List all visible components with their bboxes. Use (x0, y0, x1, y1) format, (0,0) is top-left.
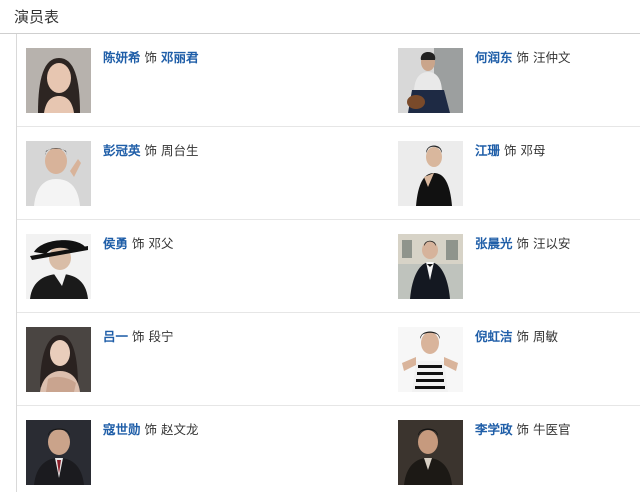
cast-item: 张晨光饰汪以安 (389, 220, 640, 313)
role-name: 段宁 (148, 329, 174, 344)
actor-photo[interactable] (26, 141, 91, 206)
actor-photo[interactable] (398, 327, 463, 392)
cast-credit: 彭冠英饰周台生 (103, 142, 199, 160)
actor-name-link[interactable]: 江珊 (475, 143, 500, 158)
section-header: 演员表 (0, 0, 640, 34)
role-name: 汪仲文 (533, 50, 571, 65)
actor-photo[interactable] (398, 234, 463, 299)
cast-item: 陈妍希饰邓丽君 (17, 34, 389, 127)
cast-credit: 侯勇饰邓父 (103, 235, 174, 253)
cast-item: 李学政饰牛医官 (389, 406, 640, 499)
cast-item: 侯勇饰邓父 (17, 220, 389, 313)
as-label: 饰 (132, 236, 145, 251)
role-name: 邓父 (148, 236, 174, 251)
actor-photo[interactable] (26, 234, 91, 299)
actor-name-link[interactable]: 何润东 (475, 50, 513, 65)
actor-photo[interactable] (26, 420, 91, 485)
cast-row: 侯勇饰邓父 张晨光饰汪以安 (17, 220, 640, 313)
cast-credit: 李学政饰牛医官 (475, 421, 571, 439)
actor-photo[interactable] (26, 327, 91, 392)
as-label: 饰 (516, 50, 530, 65)
as-label: 饰 (504, 143, 517, 158)
actor-photo[interactable] (398, 141, 463, 206)
cast-row: 彭冠英饰周台生 江珊饰邓母 (17, 127, 640, 220)
cast-credit: 张晨光饰汪以安 (475, 235, 571, 253)
actor-name-link[interactable]: 张晨光 (475, 236, 513, 251)
as-label: 饰 (516, 329, 530, 344)
as-label: 饰 (144, 143, 158, 158)
cast-credit: 倪虹洁饰周敏 (475, 328, 558, 346)
actor-name-link[interactable]: 李学政 (475, 422, 513, 437)
as-label: 饰 (144, 50, 158, 65)
actor-name-link[interactable]: 吕一 (103, 329, 128, 344)
actor-name-link[interactable]: 陈妍希 (103, 50, 141, 65)
as-label: 饰 (144, 422, 158, 437)
cast-credit: 陈妍希饰邓丽君 (103, 49, 199, 67)
role-name: 周台生 (161, 143, 199, 158)
actor-photo[interactable] (398, 420, 463, 485)
as-label: 饰 (132, 329, 145, 344)
cast-credit: 吕一饰段宁 (103, 328, 174, 346)
actor-photo[interactable] (398, 48, 463, 113)
cast-row: 吕一饰段宁 倪虹洁饰周敏 (17, 313, 640, 406)
cast-credit: 寇世勋饰赵文龙 (103, 421, 199, 439)
role-name: 赵文龙 (161, 422, 199, 437)
cast-list: 陈妍希饰邓丽君 何润东饰汪仲文 彭冠英饰周台生 江珊 饰 邓母 侯勇 饰 邓父 … (16, 34, 640, 492)
cast-item: 何润东饰汪仲文 (389, 34, 640, 127)
cast-credit: 江珊饰邓母 (475, 142, 546, 160)
cast-item: 倪虹洁饰周敏 (389, 313, 640, 406)
role-name: 汪以安 (533, 236, 571, 251)
cast-item: 寇世勋饰赵文龙 (17, 406, 389, 499)
section-title: 演员表 (14, 8, 60, 26)
as-label: 饰 (516, 422, 530, 437)
role-name-link[interactable]: 邓丽君 (161, 50, 199, 65)
role-name: 牛医官 (533, 422, 571, 437)
actor-name-link[interactable]: 彭冠英 (103, 143, 141, 158)
cast-credit: 何润东饰汪仲文 (475, 49, 571, 67)
cast-item: 江珊饰邓母 (389, 127, 640, 220)
actor-name-link[interactable]: 倪虹洁 (475, 329, 513, 344)
cast-item: 彭冠英饰周台生 (17, 127, 389, 220)
cast-row: 陈妍希饰邓丽君 何润东饰汪仲文 (17, 34, 640, 127)
role-name: 邓母 (520, 143, 546, 158)
actor-name-link[interactable]: 侯勇 (103, 236, 128, 251)
cast-item: 吕一饰段宁 (17, 313, 389, 406)
role-name: 周敏 (533, 329, 559, 344)
actor-photo[interactable] (26, 48, 91, 113)
as-label: 饰 (516, 236, 530, 251)
actor-name-link[interactable]: 寇世勋 (103, 422, 141, 437)
cast-row: 寇世勋饰赵文龙 李学政饰牛医官 (17, 406, 640, 492)
